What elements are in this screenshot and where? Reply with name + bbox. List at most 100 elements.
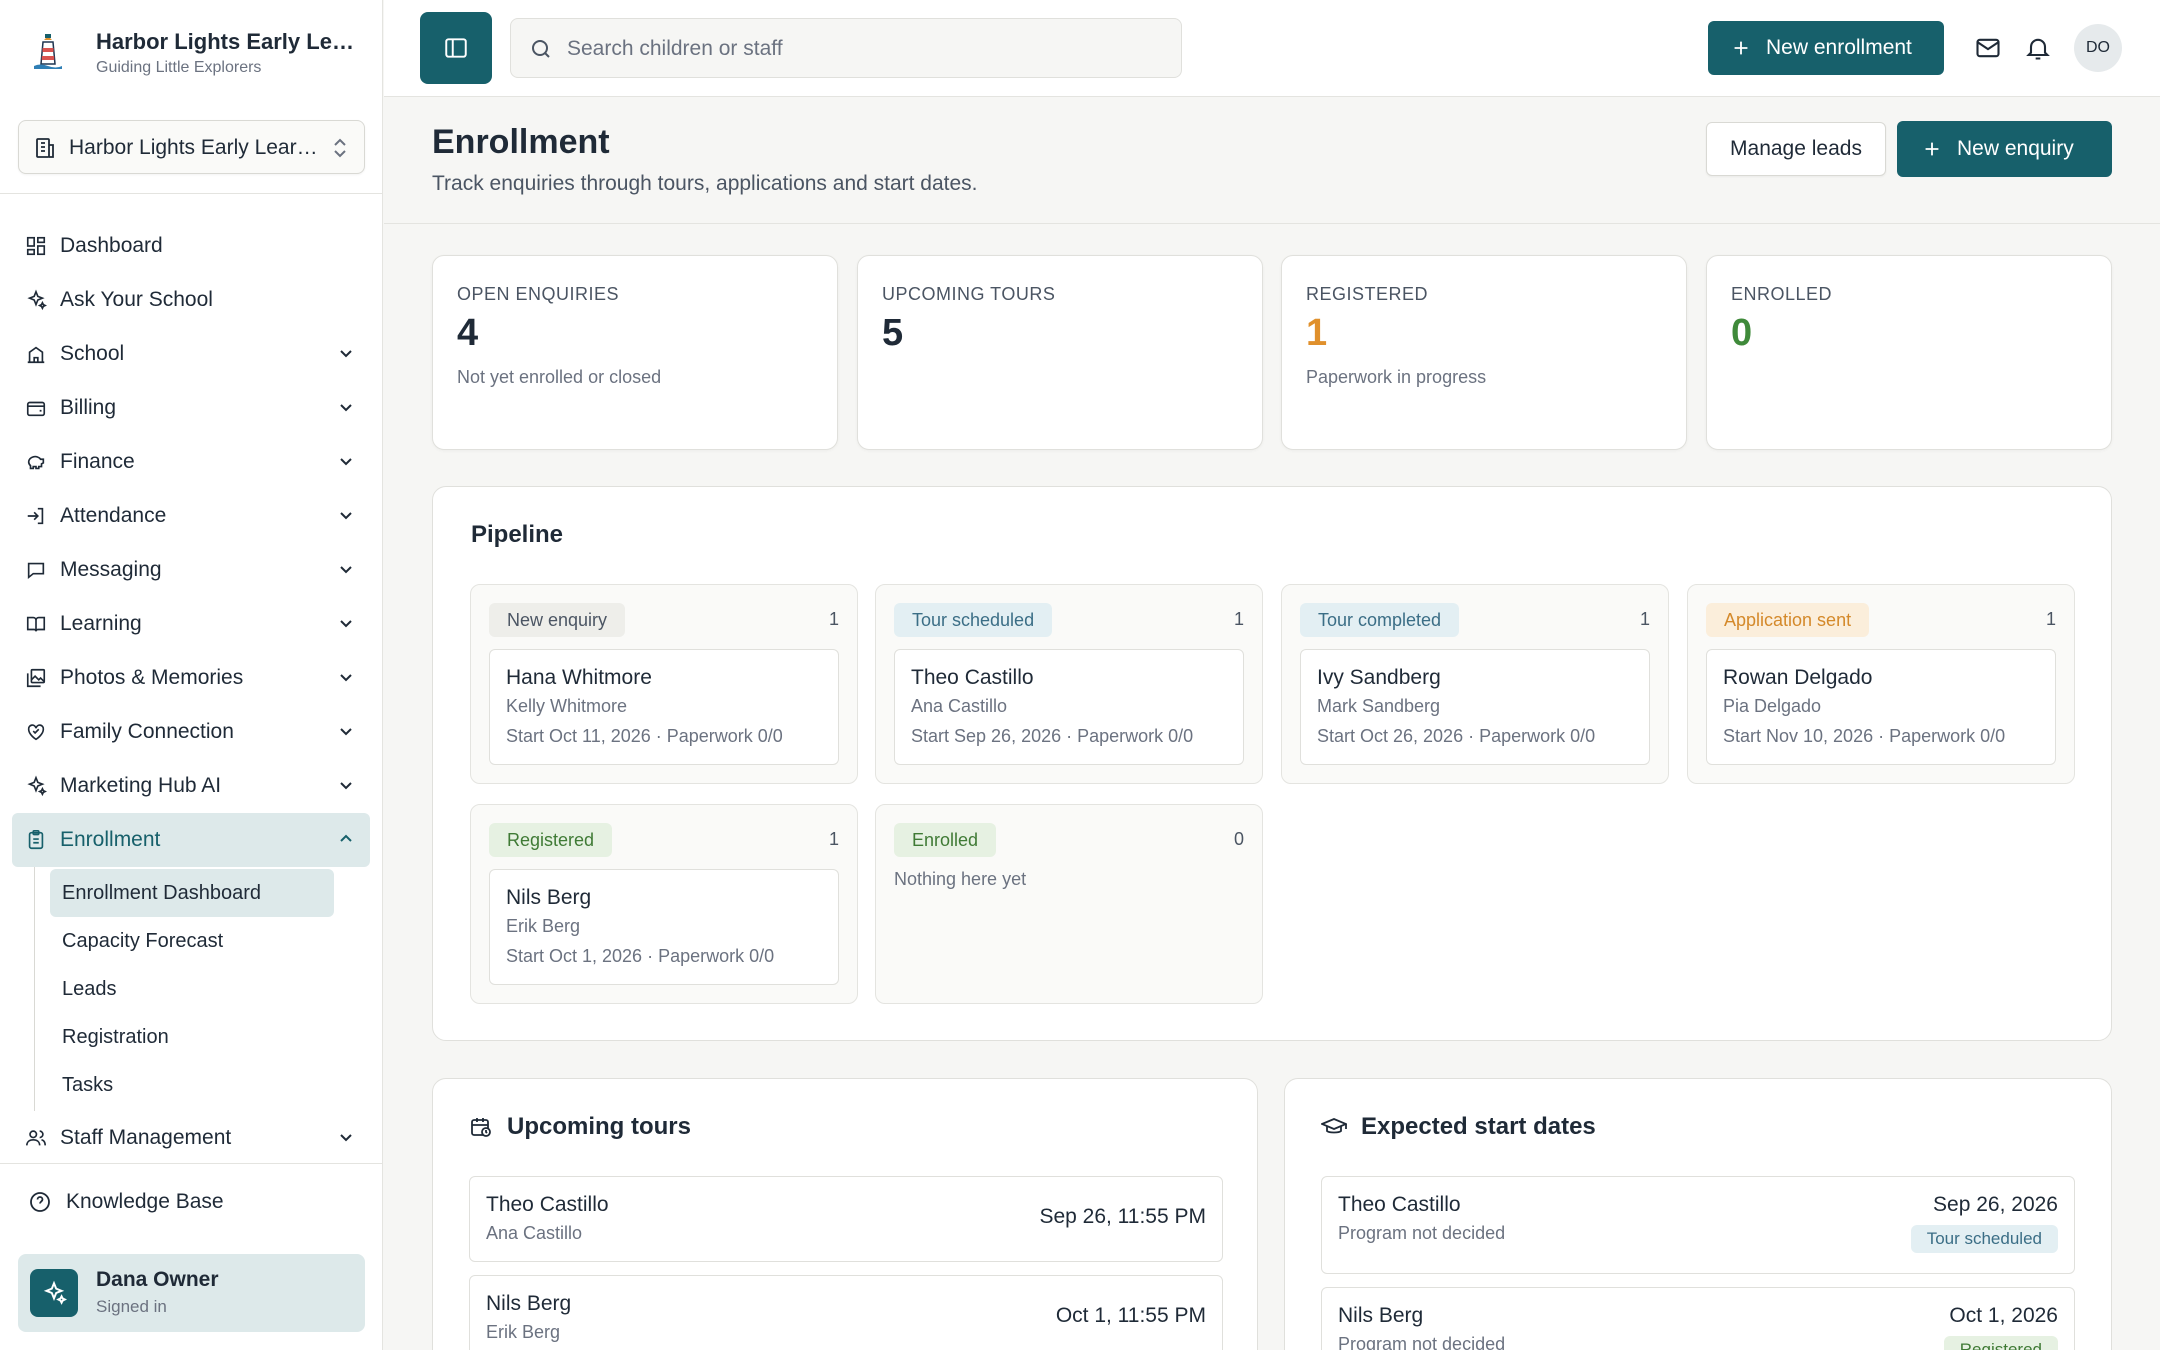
- sidebar-subitem-enrollment-dashboard[interactable]: Enrollment Dashboard: [50, 869, 334, 917]
- new-enquiry-button[interactable]: New enquiry: [1897, 121, 2112, 177]
- sidebar-item-attendance[interactable]: Attendance: [12, 489, 370, 543]
- sidebar-item-marketing-hub-ai[interactable]: Marketing Hub AI: [12, 759, 370, 813]
- child-name: Nils Berg: [486, 1292, 572, 1315]
- manage-leads-button[interactable]: Manage leads: [1706, 122, 1886, 176]
- enrollment-submenu: Enrollment Dashboard Capacity Forecast L…: [34, 867, 370, 1111]
- child-name: Ivy Sandberg: [1317, 666, 1441, 689]
- child-name: Hana Whitmore: [506, 666, 652, 689]
- pipeline-column-new-enquiry: New enquiry 1 Hana Whitmore Kelly Whitmo…: [470, 584, 858, 784]
- panel-header: Expected start dates: [1321, 1113, 1596, 1141]
- user-avatar-button[interactable]: DO: [2074, 24, 2122, 72]
- divider: [0, 193, 383, 194]
- stage-count: 1: [828, 829, 839, 849]
- graduation-cap-icon: [1321, 1115, 1347, 1139]
- stage-count: 1: [2045, 609, 2056, 629]
- new-enrollment-button[interactable]: New enrollment: [1708, 21, 1944, 75]
- sidebar-item-finance[interactable]: Finance: [12, 435, 370, 489]
- sidebar-toggle-button[interactable]: [420, 12, 492, 84]
- sidebar-item-label: School: [60, 342, 125, 365]
- guardian-name: Ana Castillo: [486, 1223, 583, 1243]
- child-name: Theo Castillo: [1338, 1193, 1461, 1216]
- stat-value: 4: [457, 312, 479, 354]
- sidebar-subitem-leads[interactable]: Leads: [50, 965, 334, 1013]
- mail-icon[interactable]: [1974, 34, 2002, 62]
- upcoming-tours-panel: Upcoming tours Theo Castillo Ana Castill…: [432, 1078, 1258, 1350]
- guardian-name: Erik Berg: [506, 916, 581, 936]
- bell-icon[interactable]: [2024, 34, 2052, 62]
- pipeline-column-tour-completed: Tour completed 1 Ivy Sandberg Mark Sandb…: [1281, 584, 1669, 784]
- enquiry-card[interactable]: Hana Whitmore Kelly Whitmore Start Oct 1…: [489, 649, 839, 765]
- building-icon: [36, 138, 54, 158]
- sidebar-item-enrollment[interactable]: Enrollment: [12, 813, 370, 867]
- panel-header: Upcoming tours: [469, 1113, 691, 1141]
- program-name: Program not decided: [1338, 1334, 1506, 1350]
- search-input[interactable]: Search children or staff: [510, 18, 1182, 78]
- sidebar-item-label: Billing: [60, 396, 117, 419]
- stat-card-registered: REGISTERED 1 Paperwork in progress: [1281, 255, 1687, 450]
- tour-time: Sep 26, 11:55 PM: [1039, 1205, 1206, 1228]
- brand-subtitle: Guiding Little Explorers: [96, 59, 262, 76]
- sidebar-item-label: Family Connection: [60, 720, 234, 743]
- child-name: Nils Berg: [506, 886, 592, 909]
- sidebar-item-label: Finance: [60, 450, 135, 473]
- sidebar-subitem-tasks[interactable]: Tasks: [50, 1061, 334, 1109]
- sidebar-item-label: Messaging: [60, 558, 162, 581]
- divider: [0, 1163, 383, 1164]
- sidebar-subitem-registration[interactable]: Registration: [50, 1013, 334, 1061]
- sidebar-item-photos-memories[interactable]: Photos & Memories: [12, 651, 370, 705]
- brand-title: Harbor Lights Early Learning: [96, 29, 366, 54]
- knowledge-base-link[interactable]: Knowledge Base: [28, 1190, 224, 1214]
- brand-header[interactable]: Harbor Lights Early Learning Guiding Lit…: [0, 0, 383, 100]
- search-placeholder: Search children or staff: [567, 37, 783, 60]
- new-enrollment-label: New enrollment: [1766, 36, 1912, 59]
- enquiry-card[interactable]: Theo Castillo Ana Castillo Start Sep 26,…: [894, 649, 1244, 765]
- sidebar-item-ask-your-school[interactable]: Ask Your School: [12, 273, 370, 327]
- sidebar-item-school[interactable]: School: [12, 327, 370, 381]
- sidebar-item-billing[interactable]: Billing: [12, 381, 370, 435]
- sidebar-item-label: Enrollment: [60, 828, 161, 851]
- start-date-row[interactable]: Theo Castillo Program not decided Sep 26…: [1321, 1176, 2075, 1274]
- start-date: Sep 26, 2026: [1933, 1193, 2058, 1216]
- stat-card-enrolled: ENROLLED 0: [1706, 255, 2112, 450]
- stage-pill: Registered: [489, 823, 613, 857]
- divider: [384, 223, 2160, 224]
- user-status: Signed in: [96, 1297, 167, 1316]
- sidebar-item-messaging[interactable]: Messaging: [12, 543, 370, 597]
- sidebar-subitem-capacity-forecast[interactable]: Capacity Forecast: [50, 917, 334, 965]
- enquiry-card[interactable]: Nils Berg Erik Berg Start Oct 1, 2026 · …: [489, 869, 839, 985]
- user-card[interactable]: Dana Owner Signed in: [18, 1254, 365, 1332]
- guardian-name: Erik Berg: [486, 1322, 561, 1342]
- plus-icon: [1730, 37, 1752, 59]
- child-name: Theo Castillo: [486, 1193, 609, 1216]
- upcoming-tours-title: Upcoming tours: [507, 1113, 691, 1140]
- child-name: Theo Castillo: [911, 666, 1034, 689]
- sidebar-item-label: Learning: [60, 612, 142, 635]
- sidebar-item-learning[interactable]: Learning: [12, 597, 370, 651]
- chevron-up-icon: [340, 834, 352, 842]
- program-name: Program not decided: [1338, 1223, 1506, 1243]
- sidebar-item-staff-management[interactable]: Staff Management: [12, 1111, 370, 1165]
- tour-row[interactable]: Theo Castillo Ana Castillo Sep 26, 11:55…: [469, 1176, 1223, 1262]
- sparkles-icon: [43, 1280, 67, 1305]
- stage-pill: New enquiry: [489, 603, 626, 637]
- sidebar-item-dashboard[interactable]: Dashboard: [12, 219, 370, 273]
- tour-row[interactable]: Nils Berg Erik Berg Oct 1, 11:55 PM: [469, 1275, 1223, 1350]
- enquiry-card[interactable]: Ivy Sandberg Mark Sandberg Start Oct 26,…: [1300, 649, 1650, 765]
- stage-count: 1: [828, 609, 839, 629]
- search-icon: [532, 40, 550, 58]
- sidebar-item-label: Staff Management: [60, 1126, 232, 1149]
- sidebar-item-family-connection[interactable]: Family Connection: [12, 705, 370, 759]
- stat-note: Paperwork in progress: [1306, 367, 1487, 387]
- chevron-down-icon: [340, 782, 352, 790]
- enquiry-card[interactable]: Rowan Delgado Pia Delgado Start Nov 10, …: [1706, 649, 2056, 765]
- chevron-down-icon: [340, 512, 352, 520]
- stat-label: REGISTERED: [1306, 284, 1429, 304]
- school-selector[interactable]: Harbor Lights Early Learning: [18, 120, 365, 174]
- status-badge: Tour scheduled: [1910, 1225, 2058, 1253]
- main-nav: Dashboard Ask Your School School Billing…: [12, 219, 370, 1165]
- chevron-down-icon: [340, 728, 352, 736]
- stage-pill: Enrolled: [894, 823, 997, 857]
- pipeline-column-registered: Registered 1 Nils Berg Erik Berg Start O…: [470, 804, 858, 1004]
- chevron-down-icon: [340, 620, 352, 628]
- start-date-row[interactable]: Nils Berg Program not decided Oct 1, 202…: [1321, 1287, 2075, 1350]
